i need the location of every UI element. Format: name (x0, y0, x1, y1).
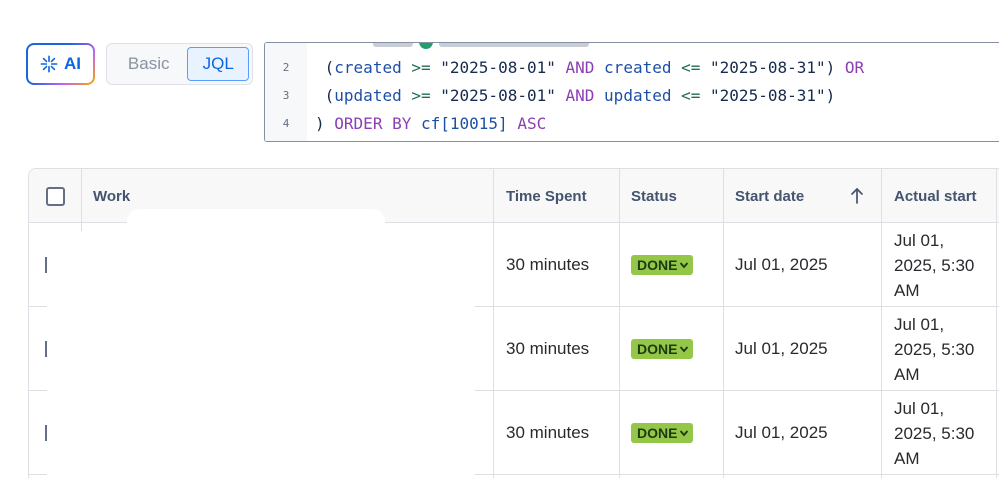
arrow-up-icon[interactable] (847, 185, 867, 207)
column-header-status[interactable]: Status (631, 169, 677, 223)
mode-jql-button[interactable]: JQL (187, 47, 249, 81)
column-header-time-spent[interactable]: Time Spent (506, 169, 587, 223)
time-spent-cell: 30 minutes (506, 423, 590, 442)
status-dropdown[interactable]: DONE (631, 255, 694, 275)
status-cell: DONE (631, 223, 694, 307)
status-label: DONE (637, 341, 678, 357)
time-spent-cell: 30 minutes (506, 339, 590, 358)
redaction-overlay (47, 391, 475, 478)
status-cell: DONE (631, 391, 694, 475)
jql-line: 4 ) ORDER BY cf[10015] ASC (265, 109, 547, 137)
jql-line: 2 (created >= "2025-08-01" AND created <… (265, 53, 864, 81)
start-date-cell: Jul 01, 2025 (735, 339, 828, 358)
actual-start-cell: Jul 01, 2025, 5:30 AM (894, 398, 975, 468)
status-dropdown[interactable]: DONE (631, 423, 694, 443)
status-label: DONE (637, 257, 678, 273)
status-dropdown[interactable]: DONE (631, 339, 694, 359)
start-date-cell: Jul 01, 2025 (735, 255, 828, 274)
actual-start-cell: Jul 01, 2025, 5:30 AM (894, 314, 975, 384)
line-number: 2 (282, 60, 290, 74)
column-header-work[interactable]: Work (93, 169, 130, 223)
start-date-cell: Jul 01, 2025 (735, 423, 828, 442)
mode-basic-button[interactable]: Basic (110, 47, 187, 81)
results-table: Work Time Spent Status Start date Actual… (28, 168, 999, 478)
page-title-fragment (28, 0, 86, 4)
redaction-overlay (47, 231, 475, 391)
time-spent-cell: 30 minutes (506, 255, 590, 274)
status-cell: DONE (631, 307, 694, 391)
column-header-actual-start[interactable]: Actual start (894, 169, 977, 223)
ai-button-label: AI (64, 54, 81, 73)
column-header-start-date[interactable]: Start date (735, 169, 804, 223)
search-mode-toggle: Basic JQL (106, 43, 253, 85)
sparkle-icon (40, 55, 58, 73)
chevron-down-icon (680, 430, 689, 437)
select-all-checkbox[interactable] (46, 187, 65, 206)
jql-line: 3 (updated >= "2025-08-01" AND updated <… (265, 81, 836, 109)
chevron-down-icon (680, 346, 689, 353)
line-number: 3 (282, 88, 290, 102)
line-number: 4 (282, 116, 290, 130)
jql-editor[interactable]: 2 (created >= "2025-08-01" AND created <… (264, 42, 999, 142)
user-avatar-icon (418, 43, 433, 49)
chevron-down-icon (680, 262, 689, 269)
actual-start-cell: Jul 01, 2025, 5:30 AM (894, 230, 975, 300)
status-label: DONE (637, 425, 678, 441)
ai-search-button[interactable]: AI (26, 43, 95, 85)
